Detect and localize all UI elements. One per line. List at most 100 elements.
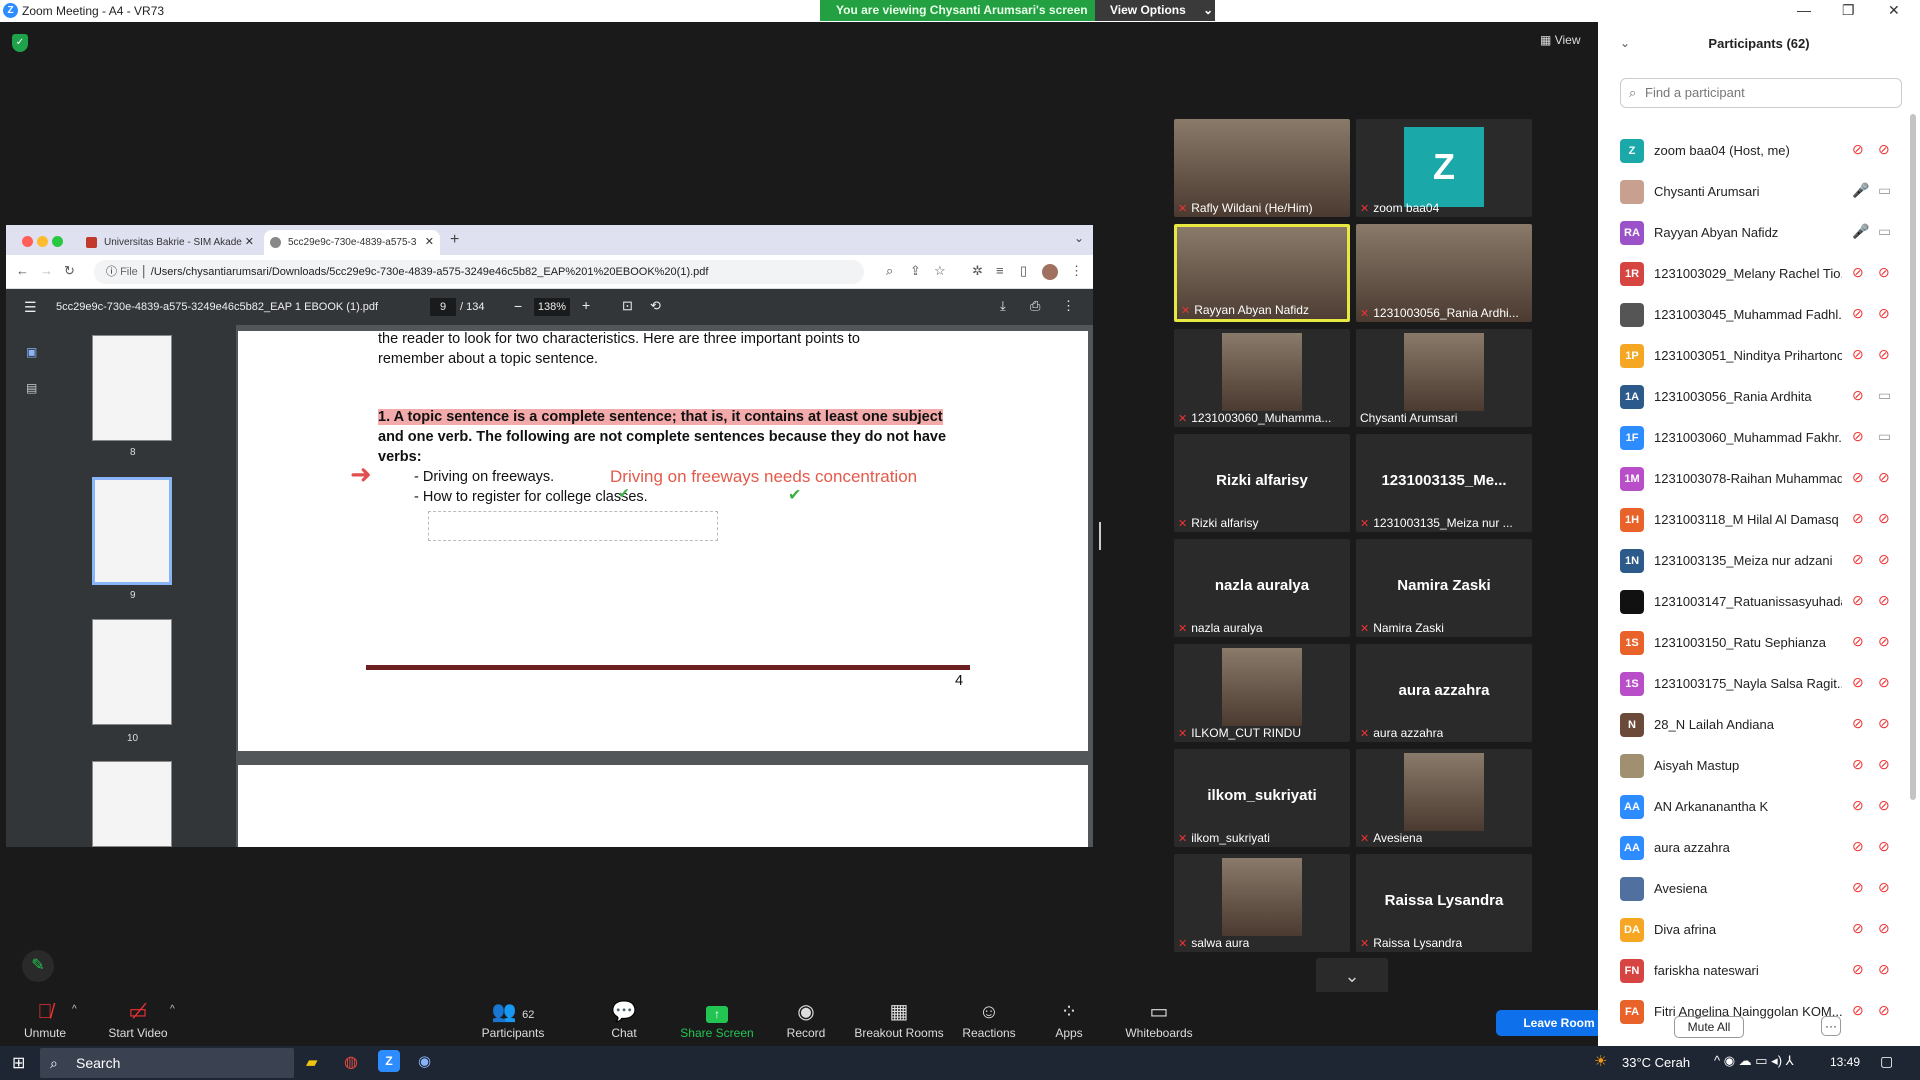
participant-row[interactable]: 1P 1231003051_Ninditya Prihartono ⊘ ⊘	[1620, 335, 1910, 376]
muted-mic-icon[interactable]: ⊘	[1852, 387, 1864, 404]
chrome-icon[interactable]: ◍	[344, 1052, 358, 1072]
thumbnails-icon[interactable]: ▣	[26, 345, 37, 359]
url-field[interactable]: ⓘ File │ /Users/chysantiarumsari/Downloa…	[94, 260, 864, 284]
taskbar-search[interactable]: ⌕ Search	[40, 1048, 294, 1078]
camera-off-icon[interactable]: ⊘	[1878, 838, 1890, 855]
obs-icon[interactable]: ◉	[418, 1052, 431, 1070]
browser-tab-sim[interactable]: Universitas Bakrie - SIM Akade ✕	[80, 230, 260, 255]
zoom-icon[interactable]: ⌕	[886, 263, 893, 279]
muted-mic-icon[interactable]: ⊘	[1852, 838, 1864, 855]
profile-avatar[interactable]	[1042, 264, 1058, 280]
participant-row[interactable]: Aisyah Mastup ⊘ ⊘	[1620, 745, 1910, 786]
forward-icon[interactable]: →	[40, 263, 53, 278]
muted-mic-icon[interactable]: ⊘	[1852, 920, 1864, 937]
participant-row[interactable]: 1M 1231003078-Raihan Muhammad ⊘ ⊘	[1620, 458, 1910, 499]
camera-icon[interactable]: ▭	[1878, 182, 1891, 199]
close-tab-icon[interactable]: ✕	[245, 230, 254, 255]
participant-row[interactable]: N 28_N Lailah Andiana ⊘ ⊘	[1620, 704, 1910, 745]
muted-mic-icon[interactable]: ⊘	[1852, 346, 1864, 363]
reading-list-icon[interactable]: ≡	[996, 263, 1004, 278]
participants-button[interactable]: 👥 62 Participants	[468, 992, 558, 1040]
audio-options-chevron-icon[interactable]: ^	[72, 1004, 77, 1015]
participant-search-input[interactable]: ⌕ Find a participant	[1620, 78, 1902, 108]
side-panel-icon[interactable]: ▯	[1020, 263, 1027, 279]
unmute-button[interactable]: 🎙̸ Unmute	[0, 992, 90, 1040]
extensions-icon[interactable]: ✲	[972, 263, 983, 279]
participant-row[interactable]: 1R 1231003029_Melany Rachel Tio... ⊘ ⊘	[1620, 253, 1910, 294]
annotate-pen-icon[interactable]: ✎	[22, 950, 54, 982]
video-tile[interactable]: Raissa Lysandra ✕ Raissa Lysandra	[1356, 854, 1532, 952]
camera-off-icon[interactable]: ⊘	[1878, 756, 1890, 773]
muted-mic-icon[interactable]: ⊘	[1852, 633, 1864, 650]
view-options-button[interactable]: View Options ⌄	[1095, 0, 1215, 21]
fit-page-icon[interactable]: ⊡	[622, 298, 633, 314]
close-dot-icon[interactable]	[22, 236, 33, 247]
camera-off-icon[interactable]: ⊘	[1878, 797, 1890, 814]
camera-off-icon[interactable]: ⊘	[1878, 633, 1890, 650]
participant-row[interactable]: Zzoom baa04 (Host, me) ⊘ ⊘	[1620, 130, 1910, 171]
participant-row[interactable]: 1N 1231003135_Meiza nur adzani ⊘ ⊘	[1620, 540, 1910, 581]
video-tile[interactable]: ✕ 1231003060_Muhamma...	[1174, 329, 1350, 427]
whiteboards-button[interactable]: ▭ Whiteboards	[1114, 992, 1204, 1040]
participant-list-scrollbar[interactable]	[1910, 114, 1916, 800]
participant-row[interactable]: DA Diva afrina ⊘ ⊘	[1620, 909, 1910, 950]
video-tile[interactable]: ✕ Rayyan Abyan Nafidz	[1174, 224, 1350, 322]
pdf-more-icon[interactable]: ⋮	[1062, 298, 1075, 314]
breakout-rooms-button[interactable]: ▦ Breakout Rooms	[854, 992, 944, 1040]
system-tray-icons[interactable]: ^ ◉ ☁ ▭ ◂) ⅄	[1714, 1053, 1794, 1069]
video-options-chevron-icon[interactable]: ^	[170, 1004, 175, 1015]
participant-row[interactable]: 1S 1231003150_Ratu Sephianza ⊘ ⊘	[1620, 622, 1910, 663]
participant-row[interactable]: 1231003147_Ratuanissasyuhada ⊘ ⊘	[1620, 581, 1910, 622]
muted-mic-icon[interactable]: ⊘	[1852, 961, 1864, 978]
close-icon[interactable]: ✕	[1888, 2, 1900, 19]
participant-row[interactable]: 1A 1231003056_Rania Ardhita ⊘ ▭	[1620, 376, 1910, 417]
muted-mic-icon[interactable]: ⊘	[1852, 592, 1864, 609]
muted-mic-icon[interactable]: ⊘	[1852, 715, 1864, 732]
video-tile[interactable]: ilkom_sukriyati ✕ ilkom_sukriyati	[1174, 749, 1350, 847]
video-tile[interactable]: 1231003135_Me... ✕ 1231003135_Meiza nur ..…	[1356, 434, 1532, 532]
file-explorer-icon[interactable]: ▰	[306, 1053, 318, 1071]
mute-all-button[interactable]: Mute All	[1674, 1016, 1744, 1038]
page-thumbnail-9[interactable]	[92, 477, 172, 585]
muted-mic-icon[interactable]: ⊘	[1852, 428, 1864, 445]
camera-off-icon[interactable]: ⊘	[1878, 674, 1890, 691]
tab-search-icon[interactable]: ⌄	[1074, 231, 1084, 245]
back-icon[interactable]: ←	[16, 263, 29, 278]
more-options-icon[interactable]: ···	[1821, 1016, 1841, 1036]
browser-menu-icon[interactable]: ⋮	[1070, 263, 1083, 279]
start-video-button[interactable]: ▭̸ Start Video	[93, 992, 183, 1040]
muted-mic-icon[interactable]: ⊘	[1852, 879, 1864, 896]
security-shield-icon[interactable]: ✓	[12, 34, 28, 52]
bookmark-star-icon[interactable]: ☆	[934, 263, 946, 279]
muted-mic-icon[interactable]: ⊘	[1852, 756, 1864, 773]
video-tile[interactable]: nazla auralya ✕ nazla auralya	[1174, 539, 1350, 637]
mic-icon[interactable]: 🎤	[1852, 223, 1869, 240]
muted-mic-icon[interactable]: ⊘	[1852, 305, 1864, 322]
close-tab-icon[interactable]: ✕	[425, 230, 434, 255]
camera-off-icon[interactable]: ⊘	[1878, 305, 1890, 322]
muted-mic-icon[interactable]: ⊘	[1852, 797, 1864, 814]
camera-off-icon[interactable]: ⊘	[1878, 264, 1890, 281]
text-annotation-box[interactable]	[428, 511, 718, 541]
mic-icon[interactable]: 🎤	[1852, 182, 1869, 199]
zoom-taskbar-icon[interactable]: Z	[378, 1050, 400, 1072]
share-icon[interactable]: ⇪	[910, 263, 921, 279]
camera-off-icon[interactable]: ⊘	[1878, 920, 1890, 937]
zoom-level-input[interactable]: 138%	[534, 298, 570, 316]
muted-mic-icon[interactable]: ⊘	[1852, 674, 1864, 691]
camera-off-icon[interactable]: ⊘	[1878, 961, 1890, 978]
zoom-out-icon[interactable]: −	[514, 298, 522, 314]
download-icon[interactable]: ⤓	[1000, 298, 1006, 314]
camera-off-icon[interactable]: ⊘	[1878, 141, 1890, 158]
maximize-dot-icon[interactable]	[52, 236, 63, 247]
video-tile[interactable]: Chysanti Arumsari	[1356, 329, 1532, 427]
view-button[interactable]: ▦ View	[1540, 33, 1580, 47]
scroll-down-icon[interactable]: ⌄	[1316, 958, 1388, 994]
browser-tab-pdf[interactable]: 5cc29e9c-730e-4839-a575-3 ✕	[264, 230, 440, 255]
video-tile[interactable]: ✕ Rafly Wildani (He/Him)	[1174, 119, 1350, 217]
share-screen-button[interactable]: ↑ Share Screen	[672, 992, 762, 1040]
camera-off-icon[interactable]: ⊘	[1878, 879, 1890, 896]
camera-off-icon[interactable]: ⊘	[1878, 1002, 1890, 1019]
camera-off-icon[interactable]: ⊘	[1878, 715, 1890, 732]
page-thumbnail-11[interactable]	[92, 761, 172, 847]
